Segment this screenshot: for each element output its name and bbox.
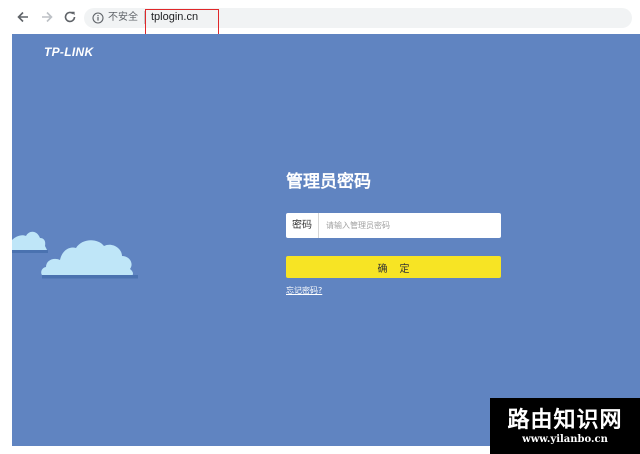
- password-input[interactable]: [319, 213, 501, 238]
- tp-link-logo: TP-LINK: [44, 45, 94, 59]
- page-title: 管理员密码: [286, 172, 371, 192]
- watermark-title: 路由知识网: [507, 407, 623, 433]
- url-highlight-box: [145, 9, 219, 37]
- security-label: 不安全: [108, 12, 138, 23]
- reload-icon[interactable]: [61, 8, 79, 26]
- forward-arrow-icon[interactable]: [38, 8, 56, 26]
- site-watermark: 路由知识网 www.yilanbo.cn: [490, 398, 640, 454]
- watermark-url: www.yilanbo.cn: [522, 434, 608, 445]
- confirm-button[interactable]: 确定: [286, 256, 501, 278]
- password-label: 密码: [286, 213, 319, 238]
- cloud-illustration: [12, 231, 138, 279]
- forgot-password-link[interactable]: 忘记密码?: [286, 285, 322, 296]
- info-icon[interactable]: [92, 12, 104, 24]
- login-page: TP-LINK 管理员密码 密码 确定 忘记密码?: [12, 34, 640, 446]
- browser-toolbar: 不安全 tplogin.cn: [0, 0, 640, 34]
- back-arrow-icon[interactable]: [14, 8, 32, 26]
- password-row: 密码: [286, 213, 501, 238]
